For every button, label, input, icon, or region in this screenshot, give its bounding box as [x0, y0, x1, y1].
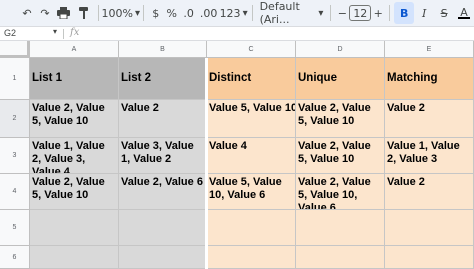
cell-b1[interactable]: List 2 [119, 58, 207, 100]
cell-c5[interactable] [207, 210, 296, 246]
row-header-4[interactable]: 4 [0, 174, 30, 210]
row-header-5[interactable]: 5 [0, 210, 30, 246]
cell-a3[interactable]: Value 1, Value 2, Value 3, Value 4 [30, 138, 119, 174]
chevron-down-icon: ▾ [135, 7, 141, 19]
currency-button[interactable]: $ [148, 2, 164, 24]
cell-e4[interactable]: Value 2 [385, 174, 474, 210]
redo-icon[interactable]: ↷ [36, 2, 54, 24]
cell-c3[interactable]: Value 4 [207, 138, 296, 174]
column-header-b[interactable]: B [119, 41, 207, 58]
toolbar-divider [251, 5, 253, 21]
formula-bar: G2 ▾ fx [0, 27, 474, 41]
zoom-value: 100% [101, 6, 133, 20]
spreadsheet-grid[interactable]: A B C D E 1 2 3 4 5 6 List 1 List 2 Dist… [0, 41, 474, 269]
undo-icon[interactable]: ↶ [18, 2, 36, 24]
italic-button[interactable]: I [414, 2, 434, 24]
chevron-down-icon: ▾ [318, 7, 324, 19]
zoom-select[interactable]: 100% ▾ [101, 2, 141, 24]
font-size-input[interactable]: 12 [349, 5, 372, 21]
row-header-3[interactable]: 3 [0, 138, 30, 174]
toolbar-divider [97, 5, 99, 21]
bold-button[interactable]: B [394, 2, 415, 24]
cell-e2[interactable]: Value 2 [385, 100, 474, 138]
column-divider [205, 58, 208, 269]
paint-format-icon[interactable] [74, 2, 94, 24]
font-size-increase-button[interactable]: + [371, 2, 385, 24]
strikethrough-button[interactable]: S [434, 2, 454, 24]
row-header-1[interactable]: 1 [0, 58, 30, 100]
font-select[interactable]: Default (Ari... ▾ [257, 0, 327, 26]
cell-d6[interactable] [296, 246, 385, 269]
print-icon[interactable] [54, 2, 74, 24]
cell-b3[interactable]: Value 3, Value 1, Value 2 [119, 138, 207, 174]
decrease-decimal-button[interactable]: .0 [180, 2, 198, 24]
more-formats-button[interactable]: 123 ▾ [220, 2, 248, 24]
text-color-button[interactable]: A [454, 2, 474, 24]
cell-e3[interactable]: Value 1, Value 2, Value 3 [385, 138, 474, 174]
cell-e6[interactable] [385, 246, 474, 269]
cell-b5[interactable] [119, 210, 207, 246]
cell-c6[interactable] [207, 246, 296, 269]
cell-a1[interactable]: List 1 [30, 58, 119, 100]
cell-a4[interactable]: Value 2, Value 5, Value 10 [30, 174, 119, 210]
cell-c2[interactable]: Value 5, Value 10 [207, 100, 296, 138]
cell-d1[interactable]: Unique [296, 58, 385, 100]
font-value: Default (Ari... [259, 0, 300, 26]
toolbar-divider [389, 5, 391, 21]
cell-a5[interactable] [30, 210, 119, 246]
text-color-swatch [458, 16, 471, 19]
formula-divider [63, 29, 64, 39]
select-all-corner[interactable] [0, 41, 30, 58]
cell-b4[interactable]: Value 2, Value 6 [119, 174, 207, 210]
cell-e5[interactable] [385, 210, 474, 246]
text-color-icon: A [460, 5, 468, 19]
cell-e1[interactable]: Matching [385, 58, 474, 100]
row-header-2[interactable]: 2 [0, 100, 30, 138]
cell-d5[interactable] [296, 210, 385, 246]
toolbar-divider [142, 5, 144, 21]
toolbar: ↶ ↷ 100% ▾ $ % .0 .00 123 ▾ Default (Ari..… [0, 0, 474, 27]
more-formats-label: 123 [219, 6, 241, 20]
cell-d3[interactable]: Value 2, Value 5, Value 10 [296, 138, 385, 174]
chevron-down-icon[interactable]: ▾ [53, 27, 57, 36]
column-header-c[interactable]: C [207, 41, 296, 58]
cell-c4[interactable]: Value 5, Value 10, Value 6 [207, 174, 296, 210]
toolbar-divider [330, 5, 332, 21]
cell-c1[interactable]: Distinct [207, 58, 296, 100]
increase-decimal-button[interactable]: .00 [198, 2, 220, 24]
cell-a2[interactable]: Value 2, Value 5, Value 10 [30, 100, 119, 138]
font-size-decrease-button[interactable]: − [335, 2, 349, 24]
row-header-6[interactable]: 6 [0, 246, 30, 269]
column-header-a[interactable]: A [30, 41, 119, 58]
column-header-d[interactable]: D [296, 41, 385, 58]
percent-button[interactable]: % [164, 2, 180, 24]
column-header-e[interactable]: E [385, 41, 474, 58]
cell-b6[interactable] [119, 246, 207, 269]
chevron-down-icon: ▾ [242, 7, 248, 19]
fx-icon: fx [70, 27, 80, 38]
cell-d2[interactable]: Value 2, Value 5, Value 10 [296, 100, 385, 138]
cell-a6[interactable] [30, 246, 119, 269]
cell-b2[interactable]: Value 2 [119, 100, 207, 138]
cell-d4[interactable]: Value 2, Value 5, Value 10, Value 6 [296, 174, 385, 210]
